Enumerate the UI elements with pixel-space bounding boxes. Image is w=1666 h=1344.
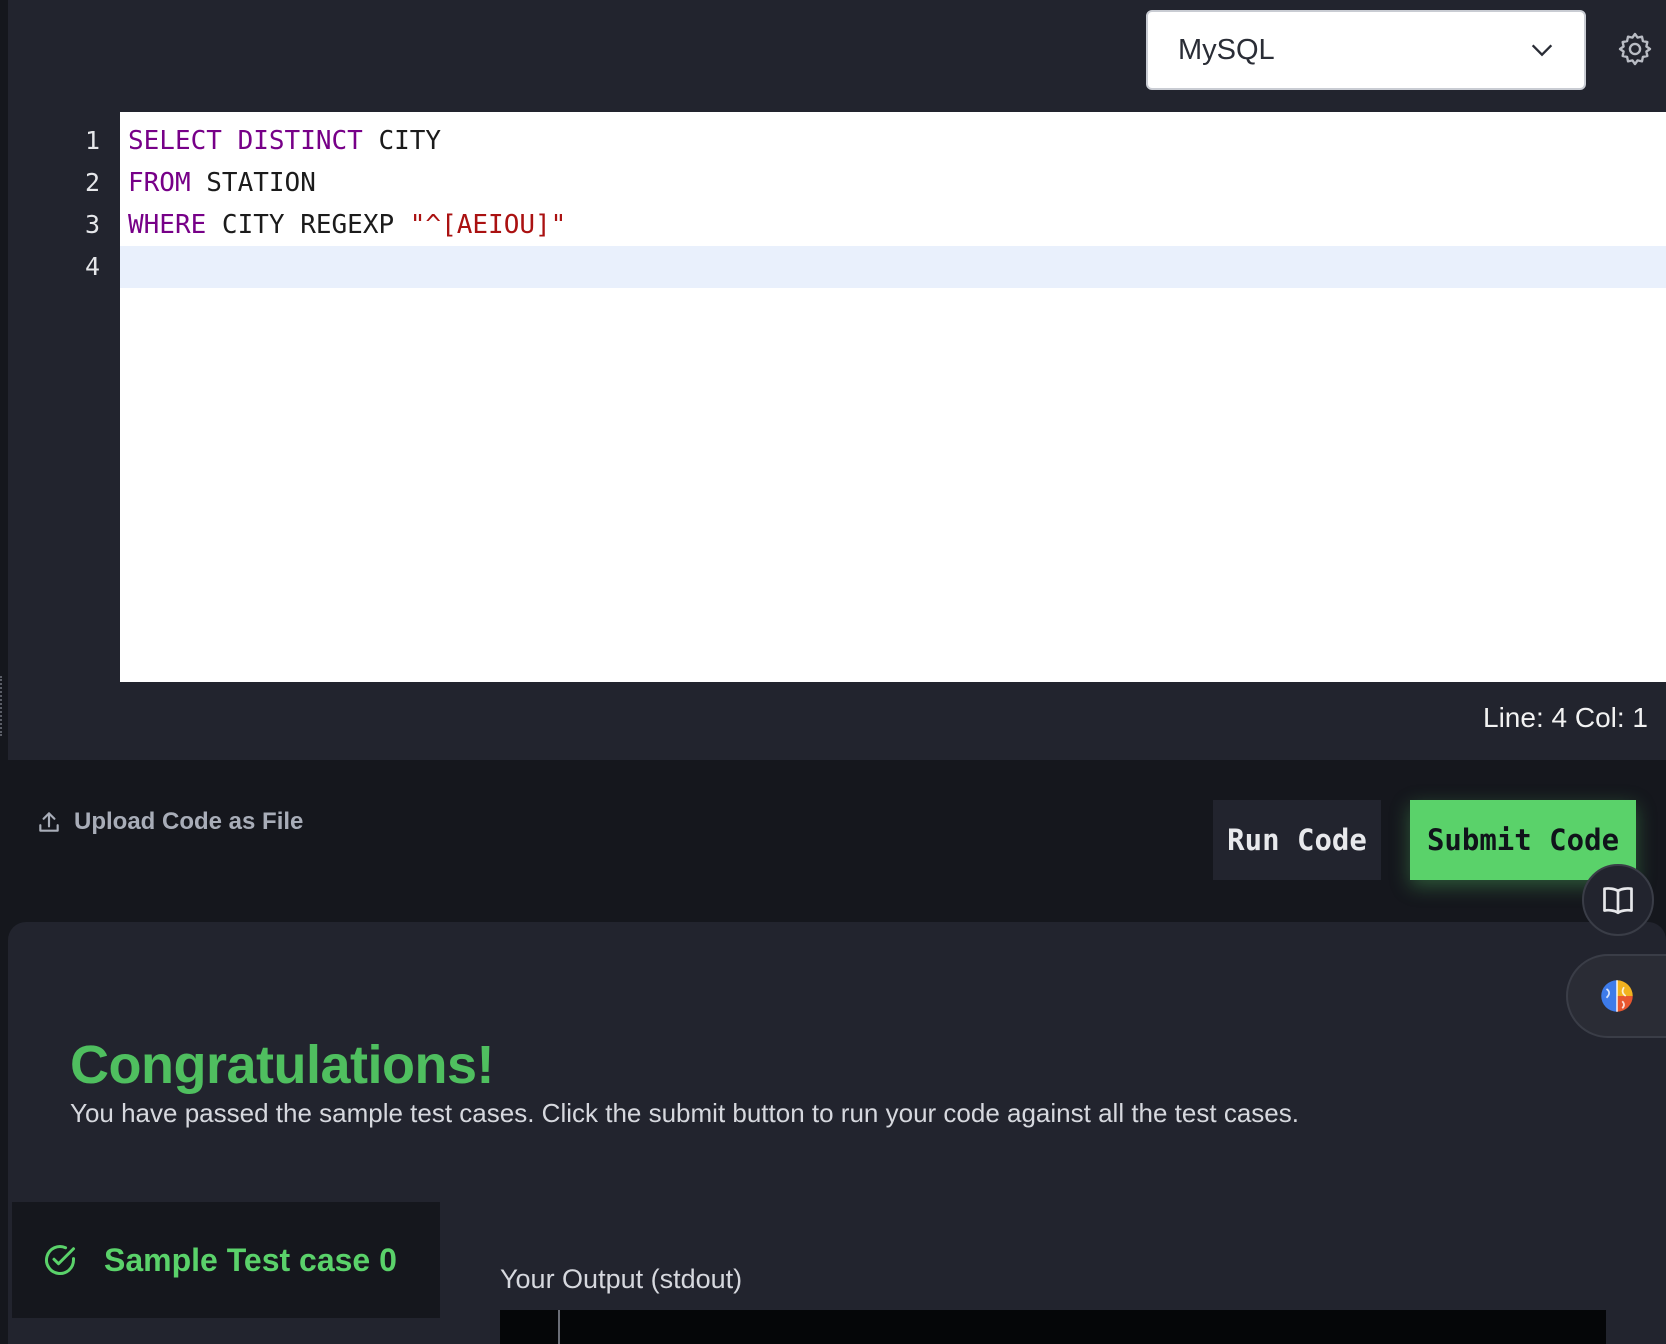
result-title: Congratulations! (70, 1035, 494, 1095)
active-line-highlight (120, 246, 1666, 288)
line-number: 1 (84, 126, 100, 155)
run-code-button[interactable]: Run Code (1213, 800, 1381, 880)
code-line-2[interactable]: FROM STATION (128, 162, 316, 204)
upload-code-button[interactable]: Upload Code as File (36, 808, 303, 836)
brain-icon (1599, 978, 1635, 1014)
output-box (500, 1310, 1606, 1344)
book-icon (1603, 887, 1633, 915)
upload-label: Upload Code as File (74, 808, 304, 835)
code-keyword: SELECT (128, 126, 222, 156)
line-number-gutter: 1 2 3 4 (8, 112, 120, 682)
chevron-down-icon (1531, 44, 1553, 57)
line-number: 3 (84, 210, 100, 239)
code-keyword: DISTINCT (237, 126, 363, 156)
test-case-label: Sample Test case 0 (104, 1241, 397, 1278)
code-text: STATION (190, 168, 316, 198)
output-label: Your Output (stdout) (500, 1264, 743, 1294)
code-line-1[interactable]: SELECT DISTINCT CITY (128, 120, 441, 162)
language-select-value: MySQL (1178, 33, 1275, 66)
editor-panel: MySQL 1 2 3 4 SELECT DISTINCT CITY FROM … (8, 0, 1666, 760)
code-keyword: WHERE (128, 210, 207, 240)
line-number: 2 (84, 168, 100, 197)
gear-icon[interactable] (1616, 30, 1654, 68)
code-keyword: FROM (128, 168, 191, 198)
code-line-3[interactable]: WHERE CITY REGEXP "^[AEIOU]" (128, 204, 566, 246)
book-button[interactable] (1582, 864, 1654, 936)
check-circle-icon (45, 1245, 75, 1275)
output-gutter-divider (558, 1310, 560, 1344)
code-text: CITY REGEXP (206, 210, 410, 240)
result-message: You have passed the sample test cases. C… (70, 1098, 1299, 1128)
cursor-position-status: Line: 4 Col: 1 (1483, 702, 1648, 733)
resize-handle[interactable] (0, 676, 4, 736)
code-string: "^[AEIOU]" (409, 210, 567, 240)
ai-assistant-button[interactable] (1566, 954, 1666, 1038)
upload-icon (39, 812, 59, 832)
language-select[interactable]: MySQL (1146, 10, 1586, 90)
tab-sample-test-case-0[interactable]: Sample Test case 0 (12, 1202, 440, 1318)
code-text: CITY (362, 126, 442, 156)
page: MySQL 1 2 3 4 SELECT DISTINCT CITY FROM … (0, 0, 1666, 1344)
results-panel: Congratulations! You have passed the sam… (8, 922, 1666, 1344)
line-number: 4 (84, 252, 100, 281)
code-editor[interactable] (120, 112, 1666, 682)
